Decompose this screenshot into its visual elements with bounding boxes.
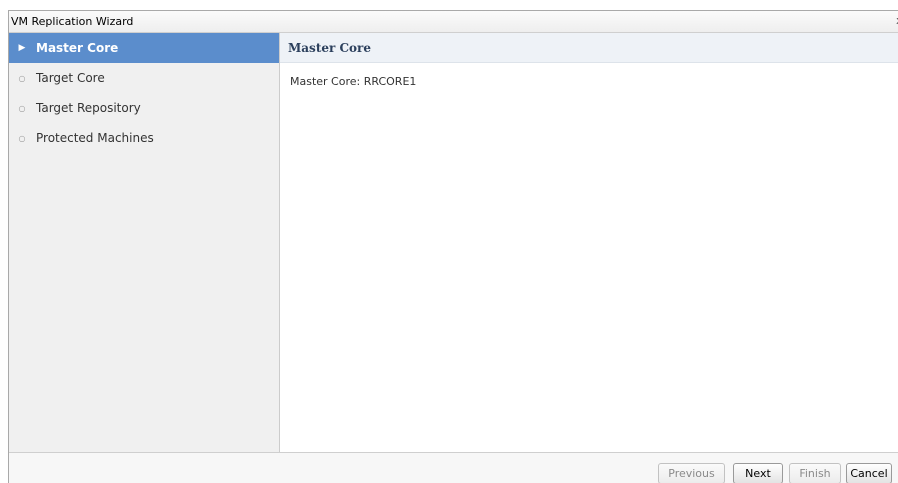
content-header: Master Core <box>280 33 898 63</box>
wizard-content-panel: Master Core Master Core: RRCORE1 <box>280 33 898 452</box>
wizard-steps-sidebar: ▶ Master Core ○ Target Core ○ Target Rep… <box>9 33 280 452</box>
step-label: Master Core <box>36 41 119 55</box>
wizard-window: VM Replication Wizard x ▶ Master Core ○ … <box>8 10 898 483</box>
step-label: Target Repository <box>36 101 141 115</box>
play-arrow-icon: ▶ <box>18 43 26 53</box>
step-label: Target Core <box>36 71 105 85</box>
step-target-repository[interactable]: ○ Target Repository <box>9 93 279 123</box>
step-protected-machines[interactable]: ○ Protected Machines <box>9 123 279 153</box>
master-core-value: Master Core: RRCORE1 <box>290 75 417 88</box>
step-master-core[interactable]: ▶ Master Core <box>9 33 279 63</box>
wizard-footer: Previous Next Finish Cancel <box>9 452 898 483</box>
page: VM Replication Wizard x ▶ Master Core ○ … <box>0 0 898 483</box>
hollow-circle-icon: ○ <box>18 133 26 143</box>
page-title: Master Core <box>288 41 372 55</box>
hollow-circle-icon: ○ <box>18 73 26 83</box>
next-button[interactable]: Next <box>733 463 783 483</box>
title-bar[interactable]: VM Replication Wizard x <box>9 11 898 33</box>
finish-button[interactable]: Finish <box>789 463 841 483</box>
step-label: Protected Machines <box>36 131 154 145</box>
window-title: VM Replication Wizard <box>11 15 134 28</box>
step-target-core[interactable]: ○ Target Core <box>9 63 279 93</box>
previous-button[interactable]: Previous <box>658 463 725 483</box>
cancel-button[interactable]: Cancel <box>846 463 892 483</box>
hollow-circle-icon: ○ <box>18 103 26 113</box>
